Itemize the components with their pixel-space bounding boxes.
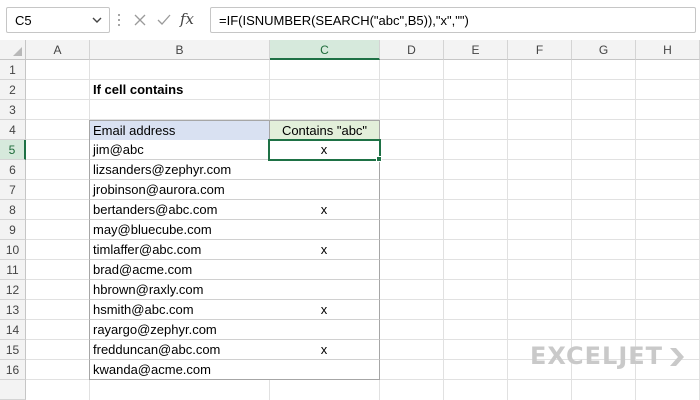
column-header-e[interactable]: E [444, 40, 508, 60]
column-header-a[interactable]: A [26, 40, 90, 60]
result-cell[interactable]: x [269, 200, 380, 220]
name-box[interactable]: C5 [6, 7, 110, 33]
row-header-14[interactable]: 14 [0, 320, 26, 340]
name-box-value: C5 [15, 13, 32, 28]
row-header-7[interactable]: 7 [0, 180, 26, 200]
row-header-5[interactable]: 5 [0, 140, 26, 160]
result-cell[interactable] [269, 160, 380, 180]
formula-text: =IF(ISNUMBER(SEARCH("abc",B5)),"x","") [219, 13, 469, 28]
row-header-17[interactable] [0, 380, 26, 400]
result-cell[interactable] [269, 260, 380, 280]
email-cell[interactable]: rayargo@zephyr.com [89, 320, 270, 340]
result-cell[interactable] [269, 320, 380, 340]
result-cell[interactable] [269, 220, 380, 240]
column-header-f[interactable]: F [508, 40, 572, 60]
row-header-3[interactable]: 3 [0, 100, 26, 120]
result-cell[interactable] [269, 360, 380, 380]
email-cell[interactable]: fredduncan@abc.com [89, 340, 270, 360]
row-header-2[interactable]: 2 [0, 80, 26, 100]
enter-check-icon[interactable] [156, 12, 172, 28]
email-cell[interactable]: brad@acme.com [89, 260, 270, 280]
formula-buttons: fx [126, 7, 204, 33]
result-cell[interactable]: x [269, 140, 380, 160]
email-cell[interactable]: may@bluecube.com [89, 220, 270, 240]
email-cell[interactable]: jrobinson@aurora.com [89, 180, 270, 200]
column-header-b[interactable]: B [90, 40, 270, 60]
gridline [443, 60, 444, 400]
insert-function-icon[interactable]: fx [180, 10, 194, 28]
result-cell[interactable]: x [269, 300, 380, 320]
email-cell[interactable]: lizsanders@zephyr.com [89, 160, 270, 180]
gridline [507, 60, 508, 400]
row-header-11[interactable]: 11 [0, 260, 26, 280]
logo-mark-icon [670, 348, 684, 366]
result-cell[interactable] [269, 280, 380, 300]
column-header-c[interactable]: C [270, 40, 380, 60]
formula-input[interactable]: =IF(ISNUMBER(SEARCH("abc",B5)),"x","") [210, 7, 696, 33]
row-header-12[interactable]: 12 [0, 280, 26, 300]
email-cell[interactable]: hbrown@raxly.com [89, 280, 270, 300]
result-cell[interactable]: x [269, 240, 380, 260]
sheet-title[interactable]: If cell contains [93, 80, 293, 100]
email-cell[interactable]: kwanda@acme.com [89, 360, 270, 380]
exceljet-logo: EXCELJET [530, 340, 690, 374]
column-header-h[interactable]: H [636, 40, 700, 60]
result-cell[interactable] [269, 180, 380, 200]
email-cell[interactable]: jim@abc [89, 140, 270, 160]
email-cell[interactable]: bertanders@abc.com [89, 200, 270, 220]
drag-handle-icon[interactable] [117, 12, 121, 28]
chevron-down-icon[interactable] [89, 12, 105, 28]
fill-handle[interactable] [376, 156, 382, 162]
result-cell[interactable]: x [269, 340, 380, 360]
formula-bar: C5 fx =IF(ISNUMBER(SEARCH("abc",B5)),"x"… [0, 0, 700, 40]
row-header-10[interactable]: 10 [0, 240, 26, 260]
row-header-6[interactable]: 6 [0, 160, 26, 180]
row-header-1[interactable]: 1 [0, 60, 26, 80]
column-header-g[interactable]: G [572, 40, 636, 60]
logo-text: EXCELJET [530, 342, 664, 370]
row-header-13[interactable]: 13 [0, 300, 26, 320]
row-header-8[interactable]: 8 [0, 200, 26, 220]
row-header-4[interactable]: 4 [0, 120, 26, 140]
column-header-d[interactable]: D [380, 40, 444, 60]
select-all-button[interactable] [0, 40, 26, 60]
table-header-contains[interactable]: Contains "abc" [269, 120, 380, 141]
cancel-icon[interactable] [132, 12, 148, 28]
email-cell[interactable]: hsmith@abc.com [89, 300, 270, 320]
row-header-15[interactable]: 15 [0, 340, 26, 360]
row-header-16[interactable]: 16 [0, 360, 26, 380]
table-header-email[interactable]: Email address [89, 120, 270, 141]
email-cell[interactable]: timlaffer@abc.com [89, 240, 270, 260]
row-header-9[interactable]: 9 [0, 220, 26, 240]
